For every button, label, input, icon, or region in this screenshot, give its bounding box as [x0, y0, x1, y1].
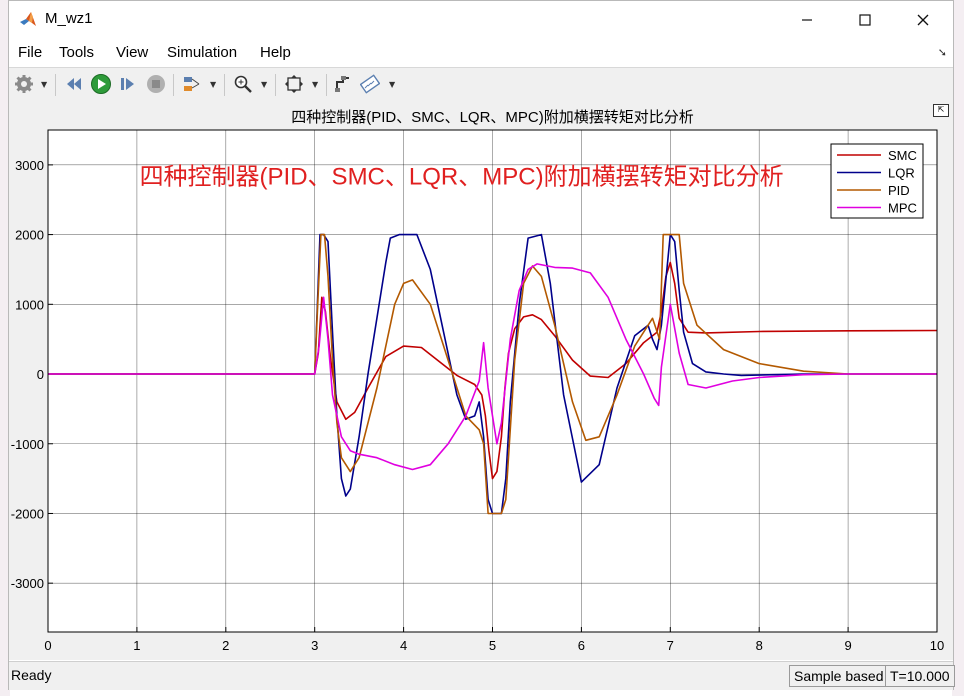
status-bar: Ready Sample based T=10.000 — [9, 661, 955, 690]
settings-dropdown-icon[interactable]: ▼ — [41, 80, 47, 89]
minimize-icon — [802, 19, 812, 21]
y-tick-label: 3000 — [15, 158, 44, 173]
y-tick-label: -1000 — [11, 437, 44, 452]
menu-tools[interactable]: Tools — [59, 44, 94, 61]
scope-window: M_wz1 File Tools View Simulation Help ➘ … — [8, 0, 955, 690]
y-tick-label: 2000 — [15, 228, 44, 243]
y-tick-label: -2000 — [11, 506, 44, 521]
sim-time-indicator: T=10.000 — [885, 665, 955, 687]
chart-svg[interactable]: 四种控制器(PID、SMC、LQR、MPC)附加横摆转矩对比分析 0 1 2 3 4 5 6 7… — [9, 102, 953, 660]
x-tick-label: 9 — [844, 638, 851, 653]
fit-dropdown-icon[interactable]: ▼ — [312, 80, 318, 89]
close-icon — [917, 14, 929, 26]
x-tick-label: 10 — [930, 638, 944, 653]
style-dropdown-icon[interactable]: ▼ — [389, 80, 395, 89]
maximize-button[interactable] — [843, 7, 887, 33]
undock-icon[interactable]: ⇱ — [933, 104, 949, 117]
toolbar-separator — [55, 74, 56, 96]
menu-bar: File Tools View Simulation Help ➘ — [9, 41, 953, 65]
menu-help[interactable]: Help — [260, 44, 291, 61]
style-brush-icon[interactable] — [359, 73, 381, 95]
x-tick-label: 0 — [44, 638, 51, 653]
signal-dropdown-icon[interactable]: ▼ — [210, 80, 216, 89]
legend-label-pid: PID — [888, 183, 910, 198]
x-tick-label: 7 — [667, 638, 674, 653]
x-tick-label: 2 — [222, 638, 229, 653]
toolbar-separator — [275, 74, 276, 96]
menu-view[interactable]: View — [116, 44, 148, 61]
toolbar-separator — [326, 74, 327, 96]
title-bar: M_wz1 — [9, 1, 953, 39]
toolbar-separator — [224, 74, 225, 96]
x-tick-label: 8 — [756, 638, 763, 653]
y-tick-label: -3000 — [11, 576, 44, 591]
menu-simulation[interactable]: Simulation — [167, 44, 237, 61]
close-button[interactable] — [901, 7, 945, 33]
gear-icon[interactable] — [13, 73, 35, 95]
matlab-logo-icon — [20, 12, 36, 26]
x-tick-label: 3 — [311, 638, 318, 653]
step-forward-icon[interactable] — [117, 73, 139, 95]
maximize-icon — [859, 14, 871, 26]
scope-display: ⇱ 四种控制器(PID、SMC、LQR、MPC)附加横摆转矩对比分析 0 1 2 3 4 5… — [9, 102, 953, 660]
x-tick-label: 6 — [578, 638, 585, 653]
signal-select-icon[interactable] — [181, 73, 203, 95]
x-tick-label: 4 — [400, 638, 407, 653]
cursor-measure-icon[interactable] — [332, 73, 354, 95]
fit-view-icon[interactable] — [283, 73, 305, 95]
run-icon[interactable] — [90, 73, 112, 95]
zoom-dropdown-icon[interactable]: ▼ — [261, 80, 267, 89]
y-tick-label: 0 — [37, 367, 44, 382]
y-tick-label: 1000 — [15, 297, 44, 312]
chart-overlay-title: 四种控制器(PID、SMC、LQR、MPC)附加横摆转矩对比分析 — [140, 163, 784, 190]
status-text: Ready — [11, 667, 52, 683]
chart-title: 四种控制器(PID、SMC、LQR、MPC)附加横摆转矩对比分析 — [291, 109, 694, 126]
menu-dock-arrow-icon[interactable]: ➘ — [938, 46, 947, 59]
step-back-icon[interactable] — [63, 73, 85, 95]
menu-file[interactable]: File — [18, 44, 42, 61]
x-tick-label: 1 — [133, 638, 140, 653]
stop-icon[interactable] — [145, 73, 167, 95]
zoom-icon[interactable] — [232, 73, 254, 95]
minimize-button[interactable] — [785, 7, 829, 33]
toolbar-separator — [173, 74, 174, 96]
toolbar: ▼ ▼ ▼ ▼ ▼ — [9, 67, 953, 103]
legend-label-mpc: MPC — [888, 201, 917, 216]
legend-label-smc: SMC — [888, 148, 917, 163]
sample-mode-indicator: Sample based — [789, 665, 891, 687]
x-tick-label: 5 — [489, 638, 496, 653]
window-title: M_wz1 — [45, 10, 93, 27]
legend-label-lqr: LQR — [888, 166, 915, 181]
